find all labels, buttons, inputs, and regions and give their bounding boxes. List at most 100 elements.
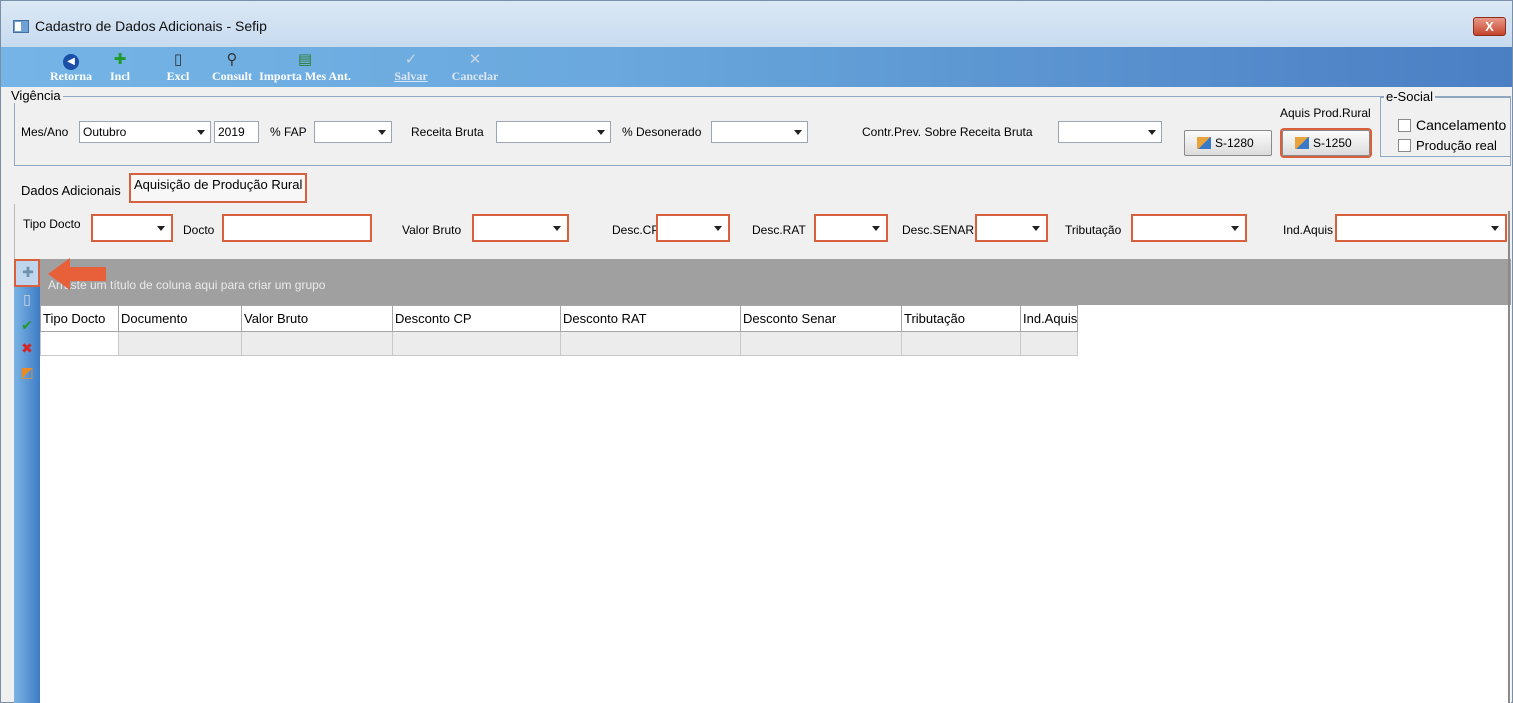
ind-aquis-label: Ind.Aquis xyxy=(1283,223,1334,237)
add-icon: ✚ xyxy=(113,50,127,68)
search-icon: ⚲ xyxy=(226,50,238,68)
tributacao-label: Tributação xyxy=(1065,223,1122,237)
valor-bruto-select[interactable] xyxy=(472,214,569,242)
table-cell[interactable] xyxy=(901,331,1021,356)
desc-senar-label: Desc.SENAR xyxy=(902,223,975,237)
table-cell[interactable] xyxy=(1019,331,1079,356)
receita-bruta-select[interactable] xyxy=(496,121,611,143)
s1280-button[interactable]: S-1280 xyxy=(1184,130,1272,156)
docto-label: Docto xyxy=(183,223,215,237)
chevron-down-icon xyxy=(597,130,605,135)
desc-cp-label: Desc.CP xyxy=(612,223,660,237)
close-icon[interactable]: ✖ xyxy=(19,341,35,357)
table-cell[interactable] xyxy=(40,331,119,356)
chevron-down-icon xyxy=(1032,226,1040,231)
annotation-arrow-icon xyxy=(48,258,106,290)
export-icon xyxy=(1295,137,1309,149)
tipo-docto-label: Tipo Docto xyxy=(23,217,81,231)
producao-real-checkbox[interactable] xyxy=(1398,139,1411,152)
contr-prev-select[interactable] xyxy=(1058,121,1162,143)
cancelamento-checkbox[interactable] xyxy=(1398,119,1411,132)
column-header[interactable]: Valor Bruto xyxy=(241,305,393,332)
producao-real-label: Produção real xyxy=(1416,138,1497,153)
ind-aquis-select[interactable] xyxy=(1335,214,1507,242)
export-icon[interactable]: ◩ xyxy=(19,365,35,381)
fap-label: % FAP xyxy=(270,125,307,139)
chevron-down-icon xyxy=(1148,130,1156,135)
receita-bruta-label: Receita Bruta xyxy=(411,125,484,139)
chevron-down-icon xyxy=(1231,226,1239,231)
cancel-icon: ✕ xyxy=(468,50,482,68)
desc-rat-label: Desc.RAT xyxy=(752,223,806,237)
column-header[interactable]: Desconto Senar xyxy=(740,305,902,332)
title-bar: Cadastro de Dados Adicionais - Sefip X xyxy=(1,1,1512,47)
chevron-down-icon xyxy=(378,130,386,135)
check-icon[interactable]: ✔ xyxy=(19,318,35,334)
column-header[interactable]: Desconto CP xyxy=(392,305,561,332)
table-cell[interactable] xyxy=(560,331,741,356)
tab-aquisicao-producao-rural[interactable]: Aquisição de Produção Rural xyxy=(129,173,308,203)
retorna-button[interactable]: ◀ Retorna xyxy=(41,49,101,85)
excl-button[interactable]: ▯ Excl xyxy=(160,49,196,85)
data-grid: Tipo Docto Documento Valor Bruto Descont… xyxy=(40,305,1511,703)
chevron-down-icon xyxy=(714,226,722,231)
vigencia-group: Vigência Mes/Ano Outubro 2019 % FAP Rece… xyxy=(9,88,1511,166)
tab-strip: Dados Adicionais Aquisição de Produção R… xyxy=(1,173,1512,203)
column-header[interactable]: Documento xyxy=(118,305,242,332)
esocial-group: e-Social Cancelamento Produção real xyxy=(1380,89,1511,157)
cancelar-button[interactable]: ✕ Cancelar xyxy=(447,49,503,85)
chevron-down-icon xyxy=(157,226,165,231)
grid-navigator: ✚ ▯ ✔ ✖ ◩ xyxy=(14,259,40,703)
column-header[interactable]: Tipo Docto xyxy=(40,305,119,332)
table-cell[interactable] xyxy=(118,331,242,356)
window-title: Cadastro de Dados Adicionais - Sefip xyxy=(35,18,267,34)
back-icon: ◀ xyxy=(41,49,101,70)
tab-dados-adicionais[interactable]: Dados Adicionais xyxy=(21,183,121,198)
chevron-down-icon xyxy=(872,226,880,231)
column-header[interactable]: Tributação xyxy=(901,305,1021,332)
desc-rat-select[interactable] xyxy=(814,214,888,242)
group-panel[interactable]: Arraste um título de coluna aqui para cr… xyxy=(40,259,1511,305)
close-button[interactable]: X xyxy=(1473,17,1506,36)
app-icon xyxy=(13,20,29,33)
valor-bruto-label: Valor Bruto xyxy=(402,223,462,237)
delete-icon: ▯ xyxy=(173,50,183,68)
desc-senar-select[interactable] xyxy=(975,214,1048,242)
contr-prev-label: Contr.Prev. Sobre Receita Bruta xyxy=(862,125,1033,139)
filter-bar: Tipo Docto Docto Valor Bruto Desc.CP Des… xyxy=(15,204,1512,258)
column-header[interactable]: Desconto RAT xyxy=(560,305,741,332)
import-icon: ▤ xyxy=(297,50,313,68)
incl-button[interactable]: ✚ Incl xyxy=(105,49,135,85)
export-icon xyxy=(1197,137,1211,149)
importa-mes-ant-button[interactable]: ▤ Importa Mes Ant. xyxy=(255,49,355,85)
add-row-button[interactable]: ✚ xyxy=(14,259,40,287)
docto-input[interactable] xyxy=(222,214,372,242)
table-row[interactable] xyxy=(40,331,1079,356)
esocial-legend: e-Social xyxy=(1384,89,1435,104)
desonerado-select[interactable] xyxy=(711,121,808,143)
chevron-down-icon xyxy=(553,226,561,231)
table-cell[interactable] xyxy=(740,331,902,356)
s1250-button[interactable]: S-1250 xyxy=(1280,128,1372,158)
aquis-prod-rural-label: Aquis Prod.Rural xyxy=(1280,106,1371,120)
salvar-button[interactable]: ✓ Salvar xyxy=(391,49,431,85)
consult-button[interactable]: ⚲ Consult xyxy=(207,49,257,85)
ano-input[interactable]: 2019 xyxy=(214,121,259,143)
cancelamento-label: Cancelamento xyxy=(1416,117,1507,133)
delete-icon[interactable]: ▯ xyxy=(19,292,35,308)
table-cell[interactable] xyxy=(241,331,393,356)
vigencia-legend: Vigência xyxy=(9,88,63,103)
fap-select[interactable] xyxy=(314,121,392,143)
column-header[interactable]: Ind.Aquis xyxy=(1019,305,1079,332)
chevron-down-icon xyxy=(1491,226,1499,231)
panel-border xyxy=(1508,211,1510,703)
toolbar: ◀ Retorna ✚ Incl ▯ Excl ⚲ Consult ▤ Impo… xyxy=(1,47,1512,87)
desonerado-label: % Desonerado xyxy=(622,125,702,139)
mes-select[interactable]: Outubro xyxy=(79,121,211,143)
desc-cp-select[interactable] xyxy=(656,214,730,242)
tributacao-select[interactable] xyxy=(1131,214,1247,242)
table-cell[interactable] xyxy=(392,331,561,356)
tipo-docto-select[interactable] xyxy=(91,214,173,242)
mes-ano-label: Mes/Ano xyxy=(21,125,69,139)
add-icon: ✚ xyxy=(22,265,34,281)
